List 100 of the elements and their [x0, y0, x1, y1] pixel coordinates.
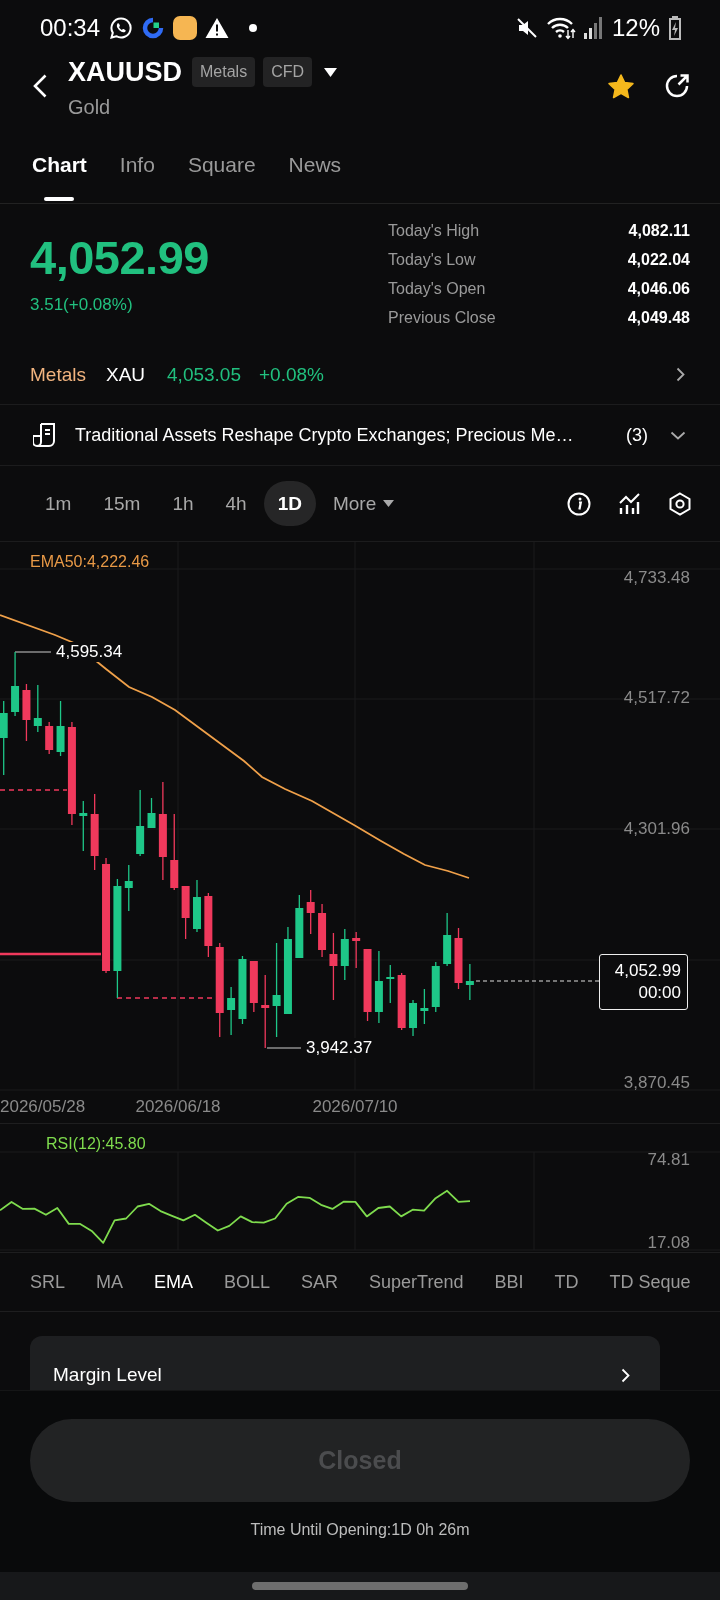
clock-time: 00:34	[40, 13, 101, 42]
rising-candle	[124, 864, 133, 912]
rising-candle	[420, 988, 429, 1025]
timeframe-tab[interactable]: 1D	[263, 481, 316, 526]
signal-icon	[583, 16, 604, 39]
stat-label: Today's Low	[388, 250, 476, 269]
caret-icon[interactable]	[324, 67, 338, 77]
falling-candle	[318, 903, 327, 958]
caret-icon[interactable]	[383, 500, 395, 507]
battery-icon	[668, 15, 682, 40]
y-tick-label: 17.08	[647, 1232, 690, 1252]
falling-candle	[249, 960, 258, 1013]
rising-candle	[147, 797, 156, 829]
rising-candle	[193, 879, 201, 933]
indicator-chart-icon[interactable]	[619, 492, 641, 515]
tag-time: 00:00	[638, 982, 681, 1004]
rising-candle	[238, 955, 247, 1025]
news-count: (3)	[626, 424, 648, 446]
price-change: 3.51(+0.08%)	[30, 294, 134, 316]
stat-value: 4,022.04	[627, 250, 690, 269]
timeframe-tab[interactable]: 1h	[157, 481, 209, 526]
stat-label: Today's Open	[388, 279, 486, 298]
chevron-down-icon[interactable]	[670, 430, 686, 440]
rising-candle	[340, 928, 349, 981]
app-tile-icon	[173, 15, 198, 40]
instrument-name: Gold	[68, 97, 112, 117]
falling-candle	[22, 683, 31, 742]
countdown-text: Time Until Opening:1D 0h 26m	[250, 1520, 470, 1540]
falling-candle	[397, 972, 406, 1031]
warning-icon	[205, 16, 230, 39]
high-label: 4,595.34	[55, 642, 124, 662]
falling-candle	[181, 885, 190, 940]
margin-card[interactable]: Margin Level	[30, 1336, 660, 1390]
market-category: Metals	[30, 363, 86, 386]
document-icon	[33, 422, 57, 448]
rising-candle	[409, 999, 417, 1037]
tab-indicator	[44, 197, 75, 201]
indicator-tab[interactable]: BBI	[494, 1270, 524, 1294]
date-label: 2026/07/10	[312, 1097, 398, 1117]
stat-value: 4,046.06	[627, 279, 690, 298]
ring-app-icon	[141, 15, 166, 40]
rising-candle	[11, 651, 20, 717]
rising-candle	[56, 700, 65, 757]
indicator-tab[interactable]: EMA	[154, 1270, 194, 1294]
tab[interactable]: Info	[119, 140, 155, 190]
market-symbol: XAU	[105, 363, 146, 386]
stat-label: Previous Close	[388, 308, 496, 327]
info-icon[interactable]	[567, 491, 591, 516]
rising-candle	[227, 986, 236, 1036]
battery-percent: 12%	[611, 13, 660, 42]
indicator-tab[interactable]: BOLL	[224, 1270, 271, 1294]
back-icon[interactable]	[33, 74, 47, 98]
star-icon[interactable]	[608, 73, 634, 99]
axis-label: 4,301.96	[623, 819, 690, 839]
rising-candle	[443, 912, 452, 967]
indicator-tab[interactable]: SAR	[301, 1270, 339, 1294]
rising-candle	[33, 684, 42, 733]
market-price: 4,053.05	[167, 363, 241, 386]
low-label: 3,942.37	[305, 1038, 374, 1058]
rising-candle	[386, 964, 395, 1004]
indicator-tab[interactable]: MA	[96, 1270, 123, 1294]
news-headline[interactable]: Traditional Assets Reshape Crypto Exchanges; Precious Me…	[75, 424, 574, 446]
axis-label: 4,517.72	[623, 688, 690, 708]
rising-candle	[136, 789, 145, 857]
rising-candle	[431, 961, 440, 1013]
axis-label: 4,733.48	[623, 568, 690, 588]
stat-label: Today's High	[388, 221, 480, 240]
falling-candle	[329, 932, 338, 1001]
tab[interactable]: Chart	[32, 140, 87, 190]
date-label: 2026/05/28	[0, 1097, 86, 1117]
chat-bubble-icon	[109, 15, 134, 40]
wifi-icon	[545, 15, 576, 40]
mute-icon	[515, 16, 538, 39]
indicator-tab[interactable]: TD Seque	[609, 1270, 691, 1294]
share-icon[interactable]	[664, 73, 690, 99]
more-dropdown[interactable]: More	[317, 481, 392, 526]
falling-candle	[454, 927, 463, 990]
tag: CFD	[263, 57, 313, 87]
indicator-tab[interactable]: TD	[554, 1270, 579, 1294]
dashed-level-line	[0, 789, 68, 791]
settings-icon[interactable]	[669, 491, 691, 516]
leader-line	[14, 651, 52, 653]
timeframe-tab[interactable]: 4h	[210, 481, 262, 526]
leader-line	[266, 1047, 302, 1049]
tab[interactable]: News	[288, 140, 342, 190]
indicator-tab[interactable]: SuperTrend	[369, 1270, 464, 1294]
rising-candle	[295, 894, 304, 959]
tab[interactable]: Square	[187, 140, 256, 190]
dot-icon	[249, 23, 258, 32]
indicator-tab[interactable]: SRL	[30, 1270, 65, 1294]
axis-label: 3,870.45	[623, 1073, 690, 1093]
stat-value: 4,049.48	[627, 308, 690, 327]
falling-candle	[306, 889, 315, 935]
timeframe-tab[interactable]: 15m	[88, 481, 156, 526]
card-title: Margin Level	[53, 1364, 162, 1386]
falling-candle	[45, 721, 54, 755]
chevron-right-icon[interactable]	[676, 367, 685, 382]
falling-candle	[204, 892, 213, 958]
market-change: +0.08%	[259, 363, 324, 386]
timeframe-tab[interactable]: 1m	[30, 481, 87, 526]
